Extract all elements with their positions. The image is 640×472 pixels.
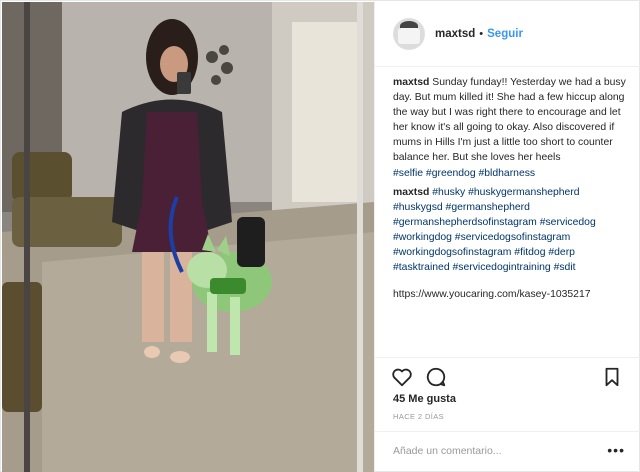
post-header: maxtsd • Seguir bbox=[375, 1, 640, 67]
comment-bubble-icon[interactable] bbox=[425, 366, 447, 388]
caption-text: Sunday funday!! Yesterday we had a busy … bbox=[393, 77, 626, 164]
add-comment-input[interactable]: Añade un comentario... bbox=[393, 445, 502, 457]
follow-button[interactable]: Seguir bbox=[487, 28, 523, 40]
post-photo[interactable] bbox=[2, 2, 374, 472]
post-sidebar: maxtsd • Seguir maxtsd Sunday funday!! Y… bbox=[374, 1, 640, 472]
action-bar bbox=[375, 357, 640, 393]
bookmark-icon[interactable] bbox=[601, 366, 623, 388]
comments-section: maxtsd Sunday funday!! Yesterday we had … bbox=[393, 75, 629, 306]
more-options-icon[interactable]: ••• bbox=[607, 442, 625, 458]
comment: maxtsd #husky #huskygermanshepherd #husk… bbox=[393, 185, 629, 276]
separator-dot: • bbox=[479, 27, 484, 40]
caption: maxtsd Sunday funday!! Yesterday we had … bbox=[393, 75, 629, 181]
likes-count[interactable]: 45 Me gusta bbox=[393, 393, 456, 405]
header-username[interactable]: maxtsd bbox=[435, 28, 475, 40]
avatar[interactable] bbox=[393, 17, 425, 50]
fundraiser-link[interactable]: https://www.youcaring.com/kasey-1035217 bbox=[393, 287, 629, 302]
add-comment-area: Añade un comentario... ••• bbox=[375, 431, 640, 472]
mirror-selfie-image bbox=[2, 2, 374, 472]
caption-username[interactable]: maxtsd bbox=[393, 77, 429, 88]
instagram-post-modal: maxtsd • Seguir maxtsd Sunday funday!! Y… bbox=[0, 0, 640, 472]
post-timestamp: HACE 2 DÍAS bbox=[393, 412, 445, 421]
caption-hashtags[interactable]: #selfie #greendog #bldharness bbox=[393, 168, 535, 179]
comment-hashtags[interactable]: #husky #huskygermanshepherd #huskygsd #g… bbox=[393, 187, 596, 273]
comment-username[interactable]: maxtsd bbox=[393, 187, 429, 198]
heart-icon[interactable] bbox=[391, 366, 413, 388]
